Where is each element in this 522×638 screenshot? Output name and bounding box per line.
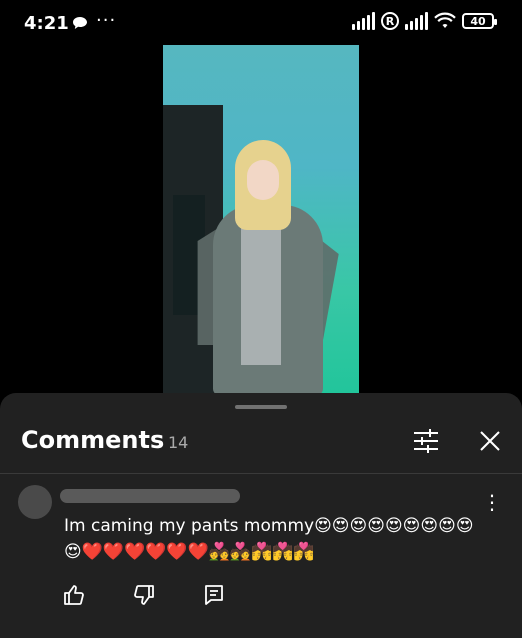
battery-icon: 40 [462, 13, 497, 29]
status-bar: 4:21 ··· R 40 [0, 0, 522, 50]
signal-icon [352, 12, 375, 30]
dislike-icon[interactable] [132, 583, 156, 607]
video-person-shirt [241, 225, 281, 365]
drag-handle[interactable] [235, 405, 287, 409]
divider [0, 473, 522, 474]
comments-count: 14 [168, 433, 189, 452]
avatar[interactable] [18, 485, 52, 519]
more-vert-icon[interactable]: ⋮ [482, 491, 502, 513]
author-name-redacted [60, 489, 240, 503]
video-player[interactable] [163, 45, 359, 393]
signal-icon-2 [405, 12, 428, 30]
like-icon[interactable] [62, 583, 86, 607]
status-more-dots: ··· [96, 10, 117, 31]
status-right-icons: R 40 [352, 12, 497, 30]
comments-sheet: Comments 14 ⋮ Im caming my pants mommy😍😍… [0, 393, 522, 638]
close-icon[interactable] [476, 427, 504, 455]
registered-icon: R [381, 12, 399, 30]
sliders-icon[interactable] [412, 427, 440, 455]
wifi-icon [434, 12, 456, 30]
comment-text: Im caming my pants mommy😍😍😍😍😍😍😍😍😍😍❤️❤️❤️… [64, 516, 474, 562]
comment-actions [62, 583, 226, 607]
reply-icon[interactable] [202, 583, 226, 607]
status-time: 4:21 [24, 13, 69, 34]
video-person-face [247, 160, 279, 200]
comments-title: Comments [21, 426, 165, 454]
chat-bubble-icon [72, 16, 88, 30]
